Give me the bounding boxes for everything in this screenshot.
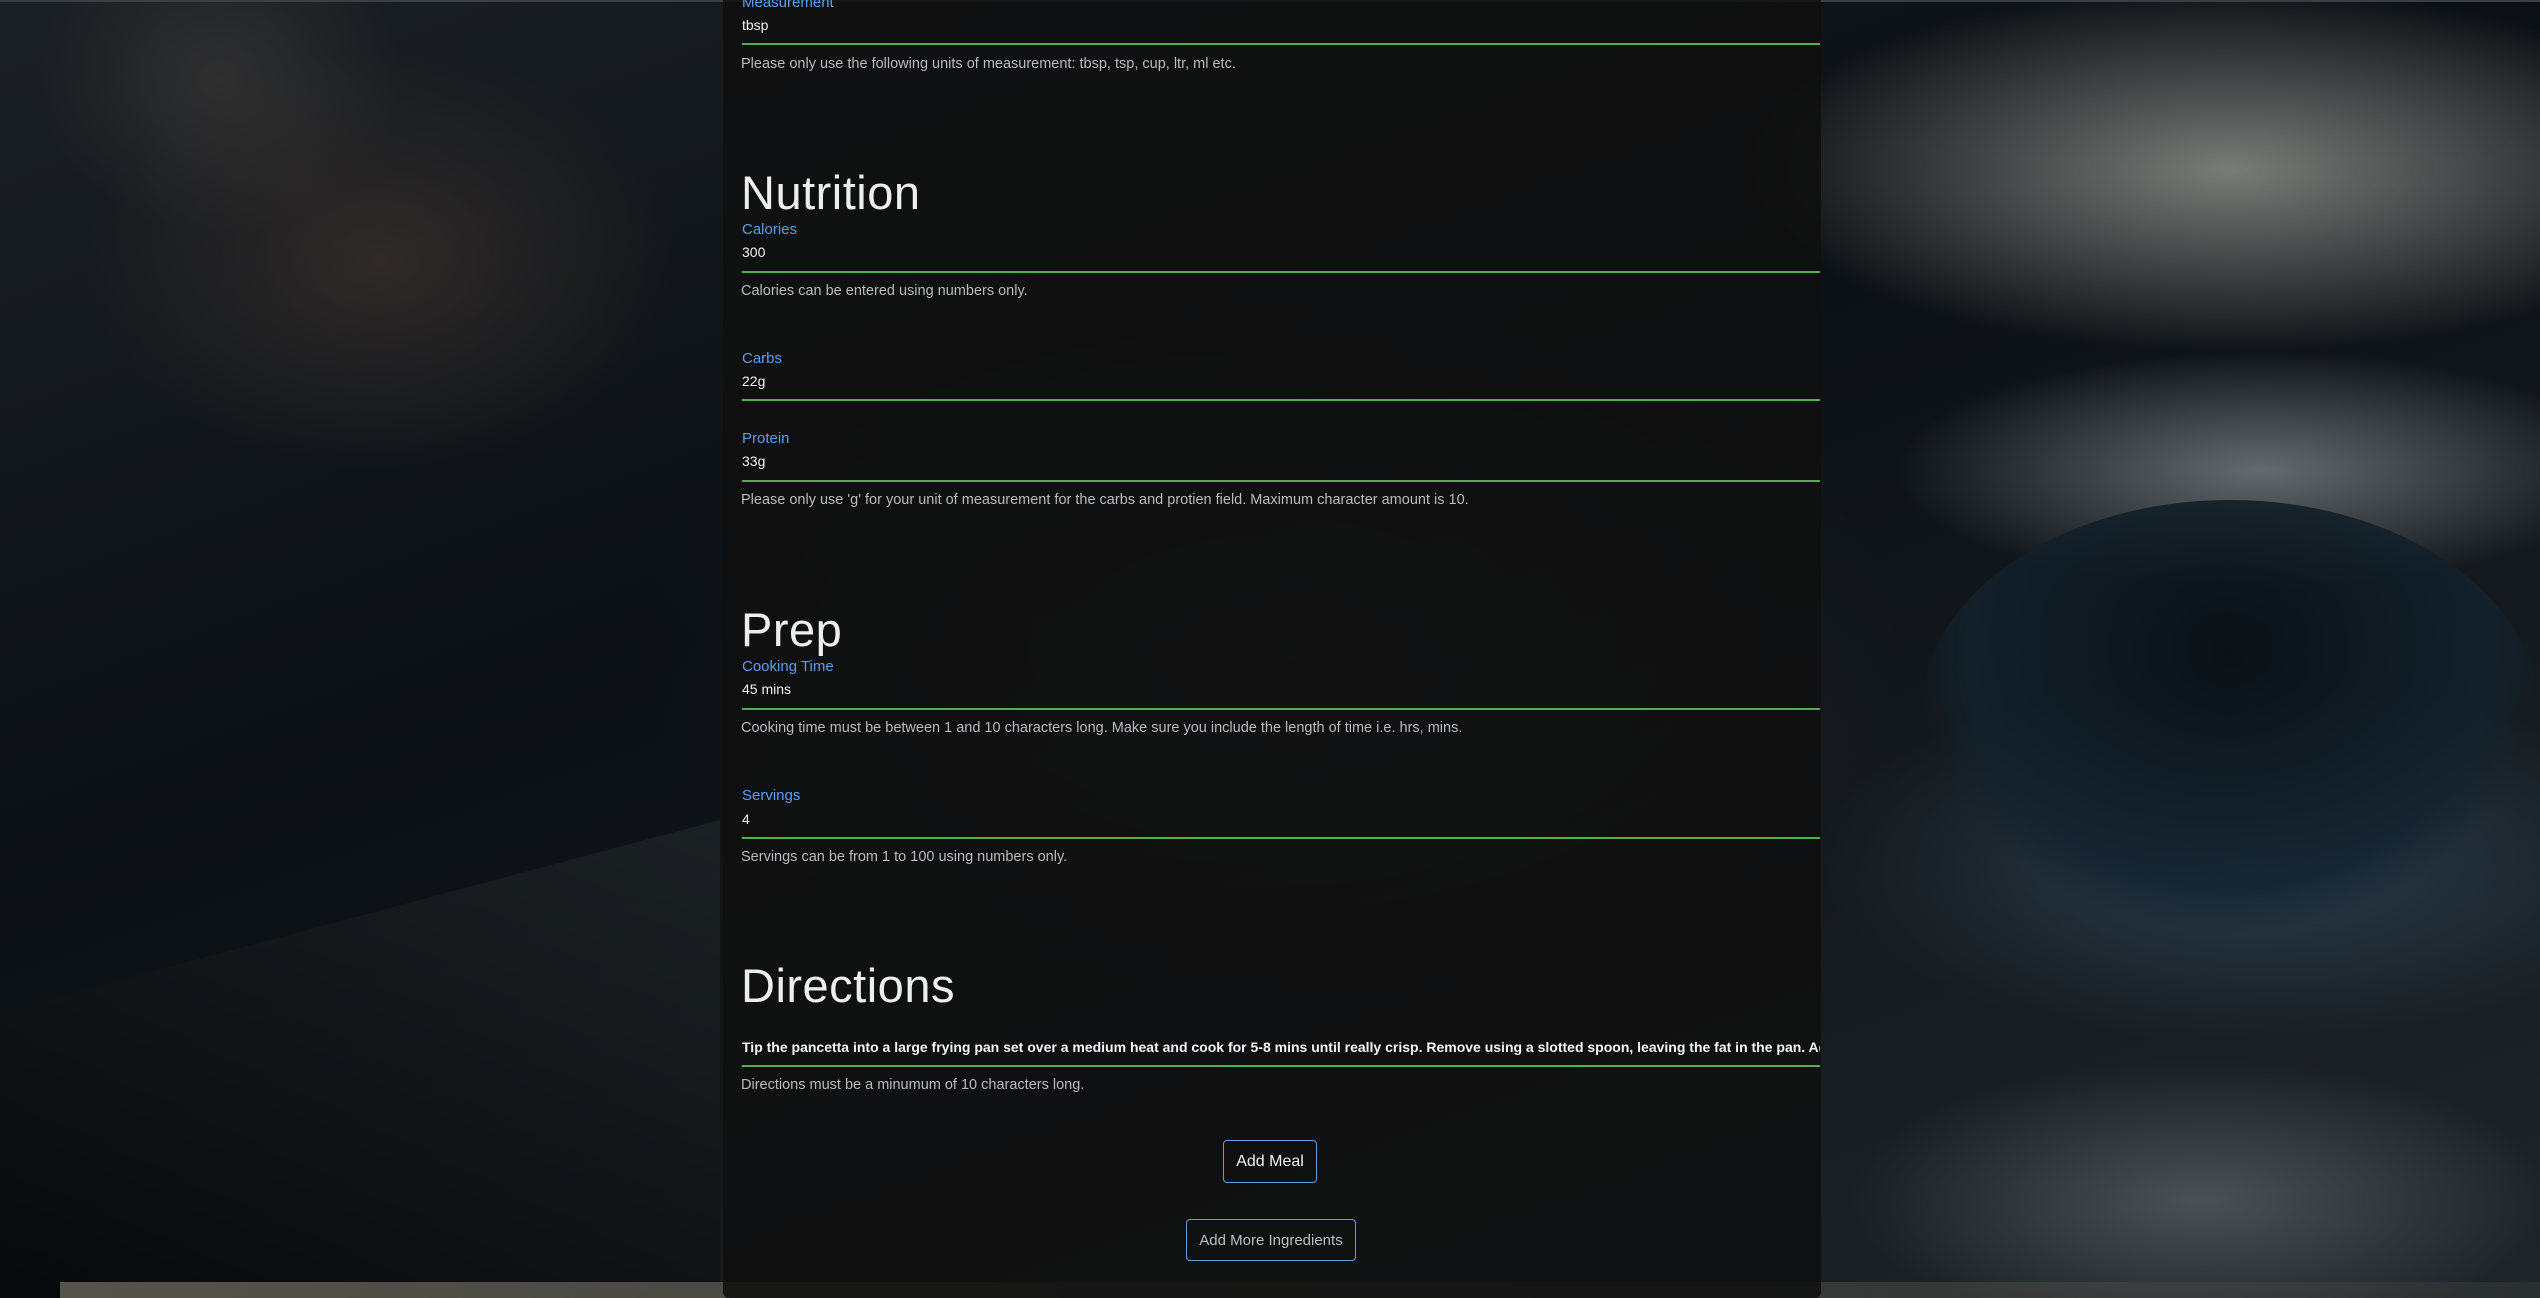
protein-label: Protein [742,430,790,447]
background-pot [1920,500,2540,930]
nutrition-heading: Nutrition [741,166,921,219]
protein-input[interactable]: 33g [742,453,765,469]
add-meal-button[interactable]: Add Meal [1223,1140,1317,1183]
measurement-label: Measurement [742,0,834,11]
carbs-label: Carbs [742,350,783,367]
measurement-helper-text: Please only use the following units of m… [741,56,1236,72]
directions-input[interactable]: Tip the pancetta into a large frying pan… [742,1039,1820,1055]
add-meal-form: Measurement tbsp Please only use the fol… [723,0,1821,1298]
cooking-time-underline [742,708,1820,710]
calories-label: Calories [742,221,798,238]
directions-underline [742,1065,1820,1067]
protein-underline [742,480,1820,482]
servings-input[interactable]: 4 [742,811,750,827]
cooking-time-helper-text: Cooking time must be between 1 and 10 ch… [741,720,1463,736]
add-more-ingredients-button[interactable]: Add More Ingredients [1186,1219,1356,1261]
directions-helper-text: Directions must be a minumum of 10 chara… [741,1077,1085,1093]
protein-helper-text: Please only use 'g' for your unit of mea… [741,492,1469,508]
measurement-underline [742,43,1820,45]
prep-heading: Prep [741,603,843,656]
calories-helper-text: Calories can be entered using numbers on… [741,283,1028,299]
cooking-time-input[interactable]: 45 mins [742,681,791,697]
carbs-underline [742,399,1820,401]
calories-underline [742,271,1820,273]
measurement-input[interactable]: tbsp [742,17,768,33]
cooking-time-label: Cooking Time [742,658,834,675]
directions-heading: Directions [741,959,955,1012]
servings-helper-text: Servings can be from 1 to 100 using numb… [741,849,1068,865]
servings-underline [742,837,1820,839]
carbs-input[interactable]: 22g [742,373,765,389]
servings-label: Servings [742,787,801,804]
calories-input[interactable]: 300 [742,244,765,260]
